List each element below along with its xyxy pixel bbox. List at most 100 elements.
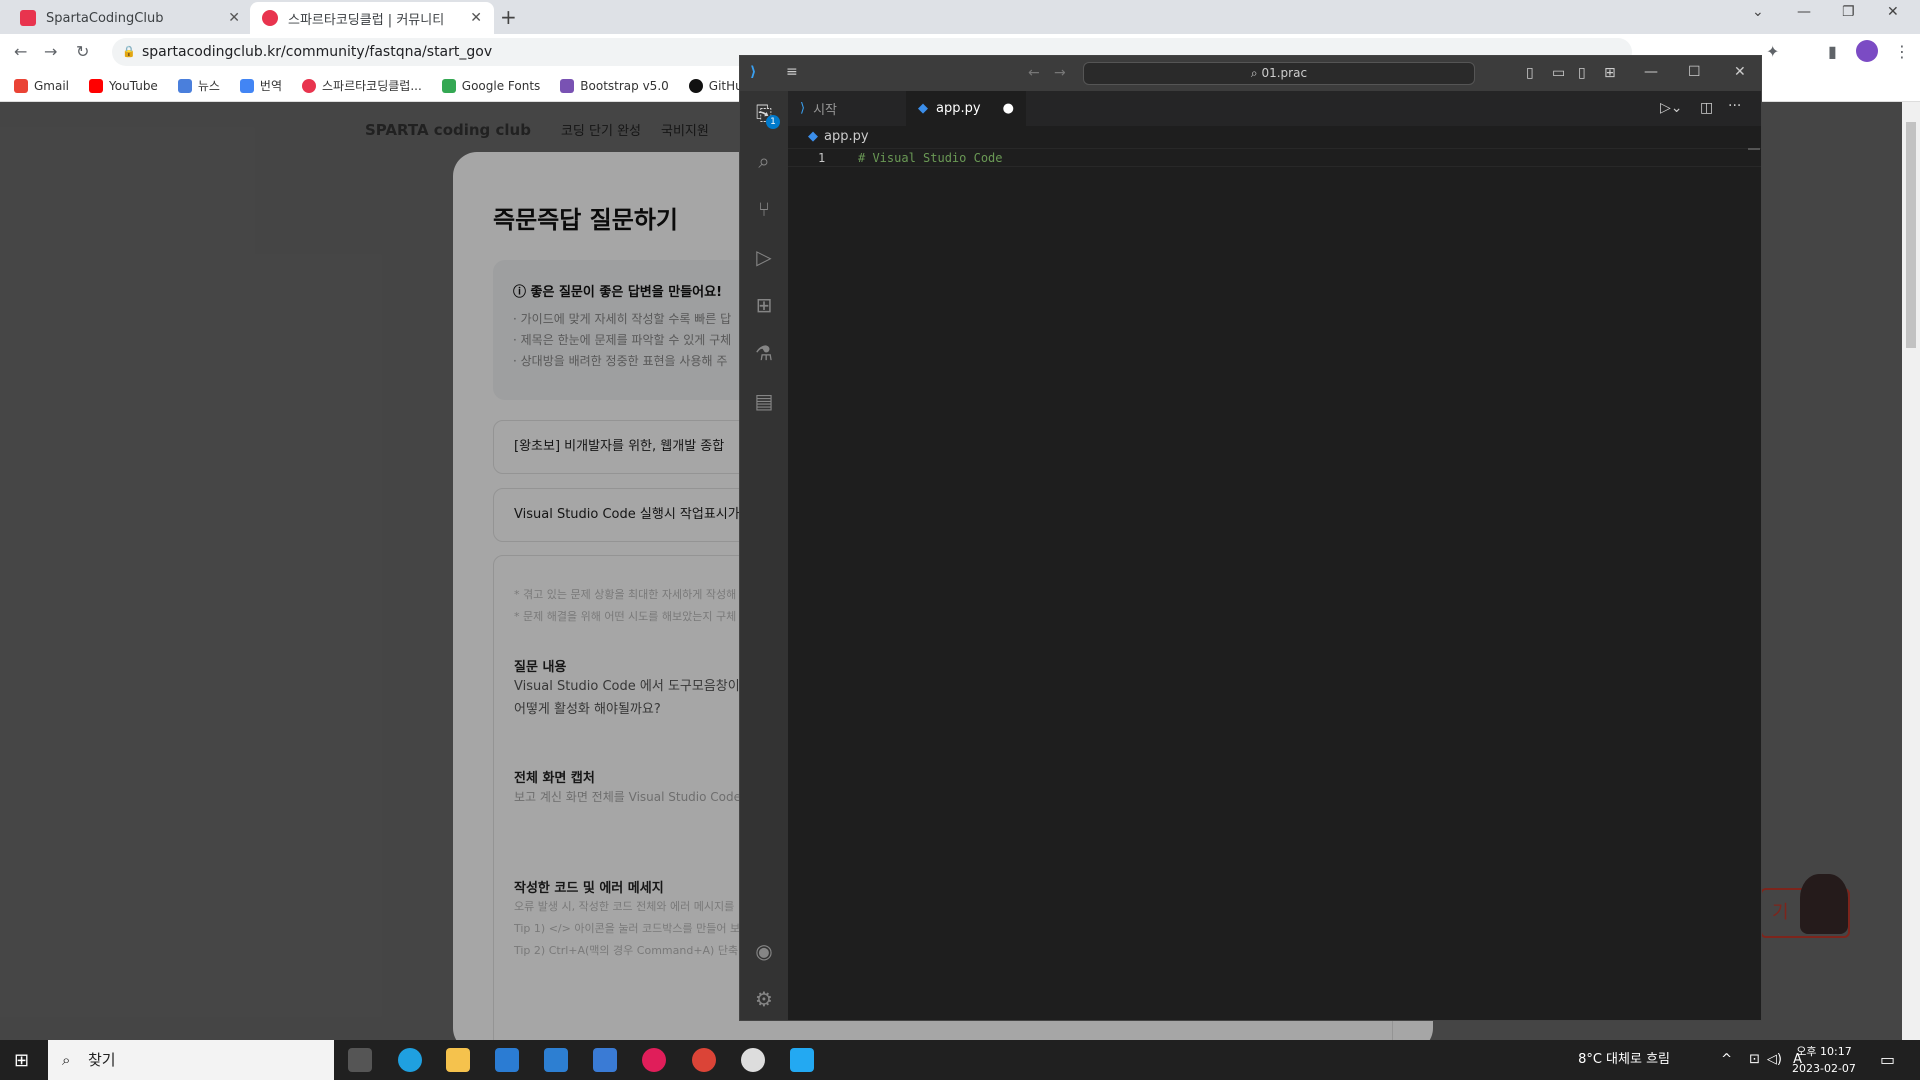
clock[interactable]: 오후 10:17 2023-02-07 (1792, 1043, 1856, 1077)
run-debug-icon[interactable]: ▷ (752, 245, 776, 269)
vscode-titlebar: ⟩ ≡ ← → ⌕ 01.prac ▯ ▭ ▯ ⊞ — ☐ ✕ (740, 56, 1761, 91)
new-tab-button[interactable]: + (500, 5, 517, 29)
vscode-window: ⟩ ≡ ← → ⌕ 01.prac ▯ ▭ ▯ ⊞ — ☐ ✕ ⎘ 1 ⌕ ⑂ … (739, 55, 1762, 1021)
reload-icon[interactable]: ↻ (76, 42, 89, 61)
tab-close-icon[interactable]: ✕ (228, 10, 240, 26)
minimap-slider[interactable] (1748, 148, 1760, 150)
line-number: 1 (818, 151, 826, 165)
bookmark-bootstrap[interactable]: Bootstrap v5.0 (560, 78, 669, 93)
minimize-button[interactable]: — (1797, 4, 1811, 20)
search-icon: ⌕ (1250, 66, 1262, 80)
vscode-minimize-button[interactable]: — (1644, 64, 1658, 80)
testing-icon[interactable]: ⚗ (752, 341, 776, 365)
breadcrumb: ◆ app.py (788, 126, 1761, 148)
bookmark-google-fonts[interactable]: Google Fonts (441, 78, 541, 93)
gmail-icon (14, 78, 28, 93)
vscode-taskbar-icon[interactable] (790, 1048, 814, 1072)
bookmark-translate[interactable]: 번역 (239, 77, 282, 94)
forward-arrow-icon[interactable]: → (1054, 65, 1066, 81)
source-control-icon[interactable]: ⑂ (752, 197, 776, 221)
toggle-primary-sidebar-icon[interactable]: ▯ (1526, 65, 1534, 81)
vscode-close-button[interactable]: ✕ (1734, 64, 1746, 80)
vscode-maximize-button[interactable]: ☐ (1688, 64, 1701, 80)
chevron-up-icon[interactable]: ^ (1721, 1040, 1732, 1080)
extensions-icon[interactable]: ⊞ (752, 293, 776, 317)
settings-app-icon[interactable] (593, 1048, 617, 1072)
weather-text[interactable]: 8°C 대체로 흐림 (1578, 1040, 1670, 1080)
file-explorer-icon[interactable] (446, 1048, 470, 1072)
clock-date: 2023-02-07 (1792, 1062, 1856, 1075)
toggle-secondary-sidebar-icon[interactable]: ▯ (1578, 65, 1586, 81)
run-python-icon[interactable]: ▷⌄ (1660, 100, 1683, 116)
lock-icon: 🔒 (122, 45, 136, 58)
close-button[interactable]: ✕ (1887, 4, 1899, 20)
restore-button[interactable]: ❐ (1842, 4, 1855, 20)
puzzle-extensions-icon[interactable]: ✦ (1766, 42, 1779, 61)
tab-sparta-coding-club[interactable]: SpartaCodingClub ✕ (8, 2, 252, 34)
page-scroll-thumb[interactable] (1906, 122, 1916, 348)
manage-gear-icon[interactable]: ⚙ (752, 987, 776, 1011)
tab-community[interactable]: 스파르타코딩클럽 | 커뮤니티 ✕ (250, 2, 494, 34)
bootstrap-icon (560, 78, 575, 93)
chrome-icon[interactable] (692, 1048, 716, 1072)
vscode-logo-icon: ⟩ (750, 64, 757, 80)
taskbar-search[interactable]: ⌕ 찾기 (48, 1040, 334, 1080)
accounts-icon[interactable]: ◉ (752, 939, 776, 963)
command-center-search[interactable]: ⌕ 01.prac (1083, 62, 1475, 85)
split-editor-icon[interactable]: ◫ (1700, 100, 1713, 116)
activity-bar: ⎘ 1 ⌕ ⑂ ▷ ⊞ ⚗ ▤ ◉ ⚙ (740, 91, 788, 1020)
tab-close-icon[interactable]: ✕ (470, 10, 482, 26)
bookmark-sparta[interactable]: 스파르타코딩클럽... (302, 77, 422, 94)
store-icon[interactable] (495, 1048, 519, 1072)
hamburger-menu-icon[interactable]: ≡ (786, 64, 798, 80)
search-icon: ⌕ (62, 1051, 71, 1069)
toggle-panel-icon[interactable]: ▭ (1552, 65, 1565, 81)
back-arrow-icon[interactable]: ← (1028, 65, 1040, 81)
code-comment: # Visual Studio Code (858, 151, 1003, 165)
search-icon[interactable]: ⌕ (752, 149, 776, 173)
python-file-icon: ◆ (808, 129, 818, 144)
tab-app-py[interactable]: ◆ app.py ● (906, 91, 1026, 126)
breadcrumb-file[interactable]: app.py (824, 129, 869, 144)
task-view-icon[interactable] (348, 1048, 372, 1072)
bookmark-label: Google Fonts (461, 78, 541, 93)
bookmark-youtube[interactable]: YouTube (89, 78, 158, 93)
news-icon (177, 78, 192, 93)
editor-tabs: ⟩ 시작 ◆ app.py ● ▷⌄ ◫ ··· (788, 91, 1761, 126)
sparta-heart-favicon (262, 10, 278, 26)
mail-icon[interactable] (544, 1048, 568, 1072)
edge-icon[interactable] (398, 1048, 422, 1072)
url-text: spartacodingclub.kr/community/fastqna/st… (142, 44, 493, 60)
customize-layout-icon[interactable]: ⊞ (1604, 65, 1616, 81)
volume-icon[interactable]: ◁) (1767, 1040, 1782, 1080)
more-actions-icon[interactable]: ··· (1728, 98, 1741, 114)
bookmark-label: Gmail (34, 78, 70, 93)
bookmark-label: 뉴스 (197, 79, 220, 93)
network-icon[interactable]: ⊡ (1749, 1040, 1760, 1080)
unsaved-dot-icon[interactable]: ● (1003, 101, 1014, 116)
youtube-icon (89, 78, 104, 93)
bookmark-label: YouTube (109, 78, 158, 93)
tab-title: 스파르타코딩클럽 | 커뮤니티 (288, 12, 445, 28)
bookmark-label: 스파르타코딩클럽... (322, 79, 422, 93)
editor-line[interactable]: 1 # Visual Studio Code (788, 148, 1761, 167)
python-file-icon: ◆ (918, 101, 928, 116)
slack-icon[interactable] (642, 1048, 666, 1072)
bookmark-news[interactable]: 뉴스 (177, 77, 220, 94)
windows-start-icon[interactable]: ⊞ (14, 1050, 29, 1071)
forward-icon[interactable]: → (44, 42, 57, 61)
bookmark-gmail[interactable]: Gmail (14, 78, 70, 93)
bookmark-label: Bootstrap v5.0 (580, 78, 669, 93)
remote-explorer-icon[interactable]: ▤ (752, 389, 776, 413)
menu-kebab-icon[interactable]: ⋮ (1894, 42, 1910, 61)
tab-search-icon[interactable]: ⌄ (1752, 4, 1764, 20)
app-icon[interactable] (741, 1048, 765, 1072)
sidebar-icon[interactable]: ▮ (1828, 42, 1837, 61)
back-icon[interactable]: ← (14, 42, 27, 61)
profile-avatar[interactable] (1856, 40, 1878, 62)
notification-icon[interactable]: ▭ (1880, 1050, 1895, 1069)
clock-time: 오후 10:17 (1796, 1045, 1852, 1058)
tab-label: 시작 (813, 103, 837, 118)
tab-welcome[interactable]: ⟩ 시작 (788, 91, 906, 126)
vscode-logo-icon: ⟩ (800, 101, 806, 116)
